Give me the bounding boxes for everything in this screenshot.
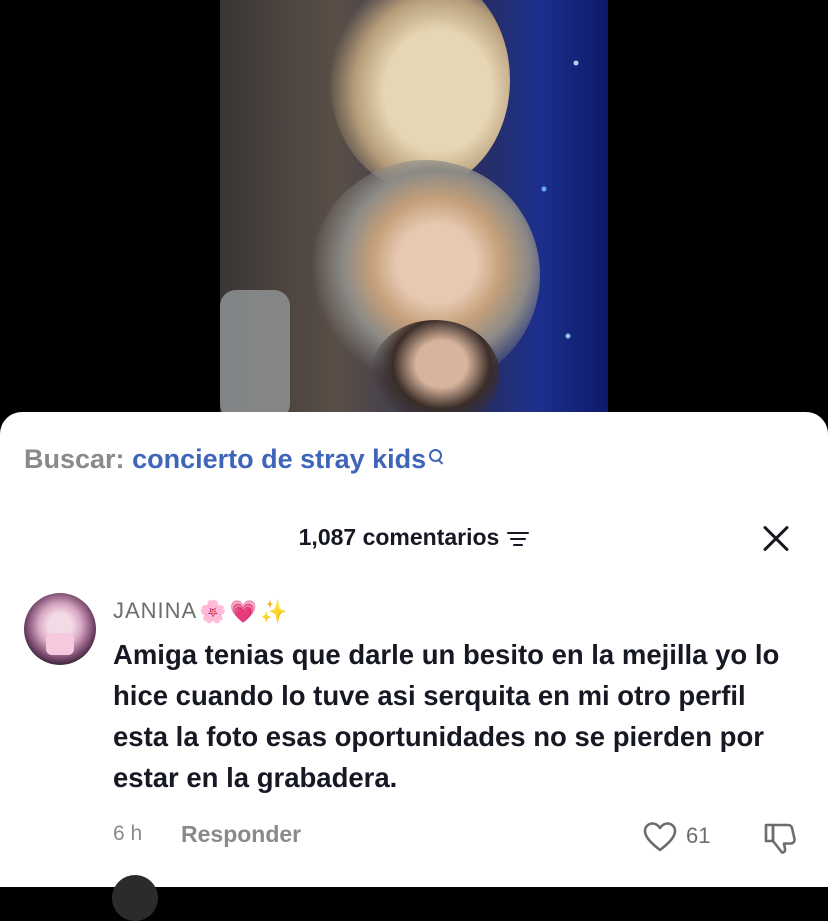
search-query[interactable]: concierto de stray kids	[132, 444, 426, 474]
comments-sheet: Buscar: concierto de stray kids 1,087 co…	[0, 412, 828, 921]
search-suggestion[interactable]: Buscar: concierto de stray kids	[24, 444, 444, 475]
reply-button[interactable]: Responder	[181, 821, 301, 848]
video-subject	[370, 320, 500, 420]
flower-icon: 🌸	[199, 599, 228, 625]
next-comment-avatar[interactable]	[112, 875, 158, 921]
heart-icon[interactable]	[643, 822, 677, 852]
search-icon[interactable]	[428, 448, 444, 464]
username-text: JANINA	[113, 598, 198, 623]
thumbs-down-icon[interactable]	[763, 822, 797, 854]
search-label: Buscar:	[24, 444, 125, 474]
comment-footer: 6 h Responder 61	[113, 821, 803, 854]
heart-emoji-icon: 💗	[229, 599, 259, 625]
sparkles-icon: ✨	[260, 599, 289, 625]
filter-icon[interactable]	[507, 530, 530, 546]
avatar[interactable]	[24, 593, 96, 665]
video-frame[interactable]	[220, 0, 608, 420]
like-count: 61	[686, 823, 711, 848]
close-icon[interactable]	[762, 524, 790, 552]
comments-header: 1,087 comentarios	[0, 524, 828, 554]
video-player[interactable]	[0, 0, 828, 420]
comment-username[interactable]: JANINA🌸💗✨	[113, 598, 288, 625]
comments-count: 1,087 comentarios	[298, 524, 500, 550]
video-phone	[220, 290, 290, 420]
comment-text: Amiga tenias que darle un besito en la m…	[113, 639, 780, 793]
comment-time: 6 h	[113, 822, 143, 845]
